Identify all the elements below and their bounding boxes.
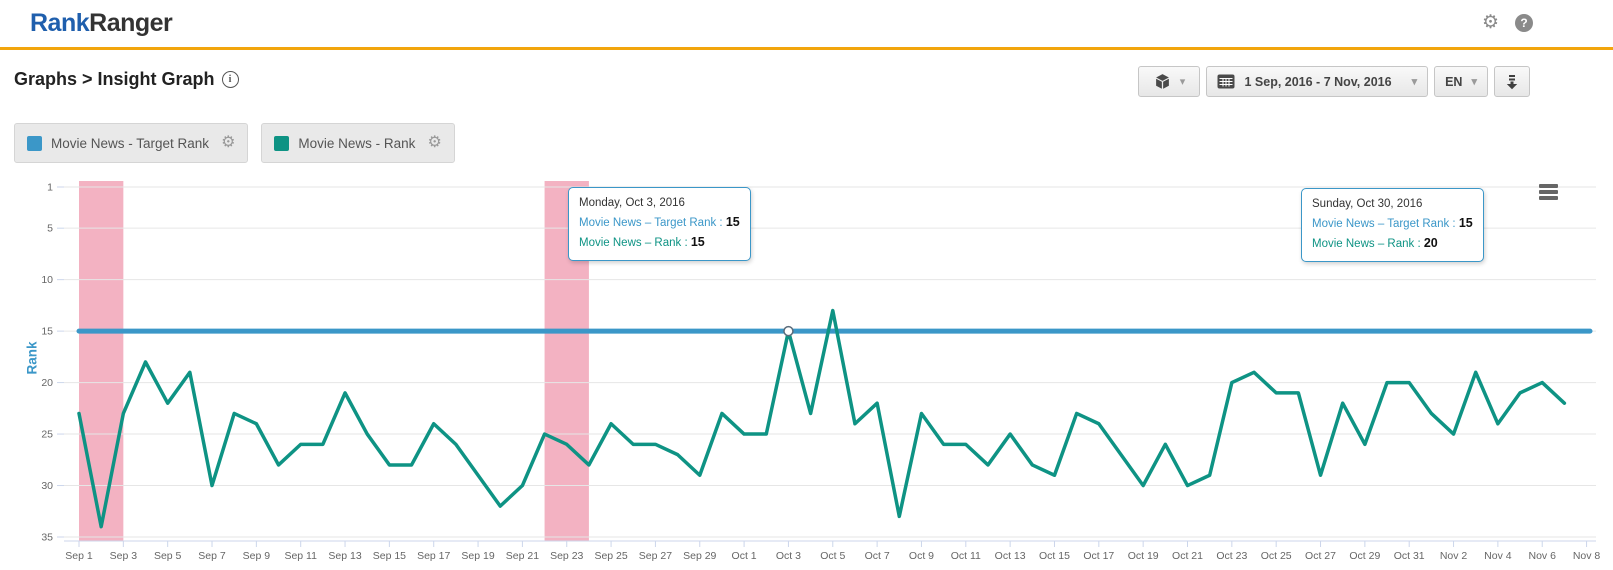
x-tick-label: Sep 17 [417, 550, 450, 562]
y-tick-label: 30 [41, 480, 53, 492]
rank-line[interactable] [79, 311, 1564, 527]
x-tick-label: Oct 7 [865, 550, 890, 562]
x-tick-label: Sep 29 [683, 550, 716, 562]
x-tick-label: Nov 4 [1484, 550, 1512, 562]
rankranger-app: RankRanger ⚙ ? Graphs > Insight Graph i … [0, 0, 1613, 570]
x-tick-label: Sep 21 [506, 550, 539, 562]
x-tick-label: Nov 8 [1573, 550, 1601, 562]
y-tick-label: 1 [47, 182, 53, 194]
y-tick-label: 25 [41, 429, 53, 441]
insight-chart[interactable]: 15101520253035Sep 1Sep 3Sep 5Sep 7Sep 9S… [0, 0, 1613, 570]
x-tick-label: Oct 29 [1349, 550, 1380, 562]
x-tick-label: Nov 2 [1440, 550, 1468, 562]
chart-tooltip-oct30: Sunday, Oct 30, 2016 Movie News – Target… [1301, 188, 1484, 262]
x-tick-label: Oct 13 [995, 550, 1026, 562]
y-tick-label: 20 [41, 377, 53, 389]
plot-band [79, 181, 123, 541]
x-tick-label: Oct 27 [1305, 550, 1336, 562]
hover-marker[interactable] [784, 327, 793, 336]
x-tick-label: Oct 3 [776, 550, 801, 562]
tooltip-date: Monday, Oct 3, 2016 [579, 195, 740, 213]
x-tick-label: Sep 11 [284, 550, 317, 562]
x-tick-label: Sep 23 [550, 550, 583, 562]
x-tick-label: Oct 5 [820, 550, 845, 562]
x-tick-label: Sep 15 [373, 550, 406, 562]
x-tick-label: Oct 11 [951, 550, 981, 562]
x-tick-label: Sep 27 [639, 550, 672, 562]
y-tick-label: 10 [41, 274, 53, 286]
x-tick-label: Oct 1 [732, 550, 757, 562]
y-tick-label: 35 [41, 531, 53, 543]
tooltip-rank-line: Movie News – Rank : 15 [579, 233, 740, 253]
x-tick-label: Oct 9 [909, 550, 934, 562]
x-tick-label: Sep 3 [110, 550, 138, 562]
tooltip-target-rank-line: Movie News – Target Rank : 15 [579, 213, 740, 233]
tooltip-target-rank-line: Movie News – Target Rank : 15 [1312, 214, 1473, 234]
x-tick-label: Oct 31 [1394, 550, 1425, 562]
tooltip-rank-line: Movie News – Rank : 20 [1312, 234, 1473, 254]
x-tick-label: Sep 19 [461, 550, 494, 562]
x-tick-label: Sep 1 [65, 550, 93, 562]
y-tick-label: 5 [47, 223, 53, 235]
x-tick-label: Sep 5 [154, 550, 182, 562]
y-tick-label: 15 [41, 326, 53, 338]
tooltip-date: Sunday, Oct 30, 2016 [1312, 196, 1473, 214]
chart-tooltip-oct3: Monday, Oct 3, 2016 Movie News – Target … [568, 187, 751, 261]
x-tick-label: Sep 7 [198, 550, 226, 562]
x-tick-label: Sep 13 [328, 550, 361, 562]
x-tick-label: Oct 15 [1039, 550, 1070, 562]
x-tick-label: Sep 25 [594, 550, 627, 562]
x-tick-label: Oct 17 [1083, 550, 1114, 562]
chart-menu-icon[interactable] [1539, 184, 1558, 202]
x-tick-label: Oct 25 [1261, 550, 1292, 562]
x-tick-label: Nov 6 [1529, 550, 1557, 562]
x-tick-label: Sep 9 [243, 550, 271, 562]
x-tick-label: Oct 21 [1172, 550, 1203, 562]
x-tick-label: Oct 19 [1128, 550, 1159, 562]
y-axis-title: Rank [25, 341, 40, 374]
x-tick-label: Oct 23 [1216, 550, 1247, 562]
